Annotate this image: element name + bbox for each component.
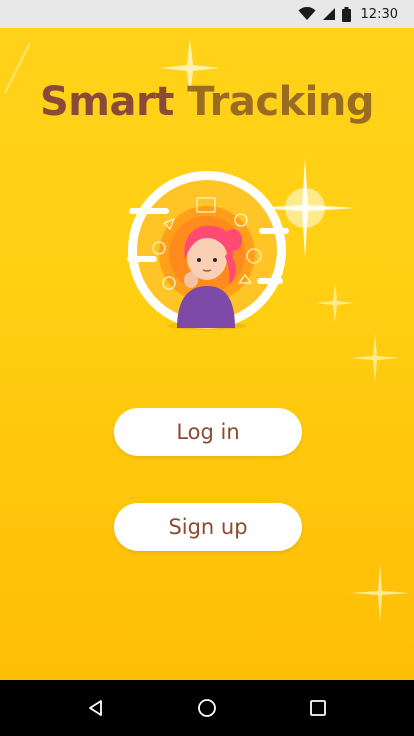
title-tracking: Tracking [187, 79, 374, 125]
sparkle-icon [315, 283, 355, 323]
welcome-screen: Smart Tracking Log in Sign up [0, 28, 414, 680]
app-title: Smart Tracking [0, 76, 414, 128]
avatar-illustration [119, 168, 295, 334]
title-smart: Smart [39, 79, 174, 125]
wifi-icon [298, 7, 316, 21]
nav-bar [0, 680, 414, 736]
status-bar: 12:30 [0, 0, 414, 28]
login-button[interactable]: Log in [114, 408, 302, 456]
back-icon[interactable] [76, 688, 116, 728]
status-time: 12:30 [360, 6, 398, 22]
home-icon[interactable] [187, 688, 227, 728]
signup-button[interactable]: Sign up [114, 503, 302, 551]
sparkle-icon [350, 563, 410, 623]
signal-icon [322, 7, 336, 21]
battery-icon [341, 6, 351, 22]
recents-icon[interactable] [298, 688, 338, 728]
sparkle-icon [350, 333, 400, 383]
